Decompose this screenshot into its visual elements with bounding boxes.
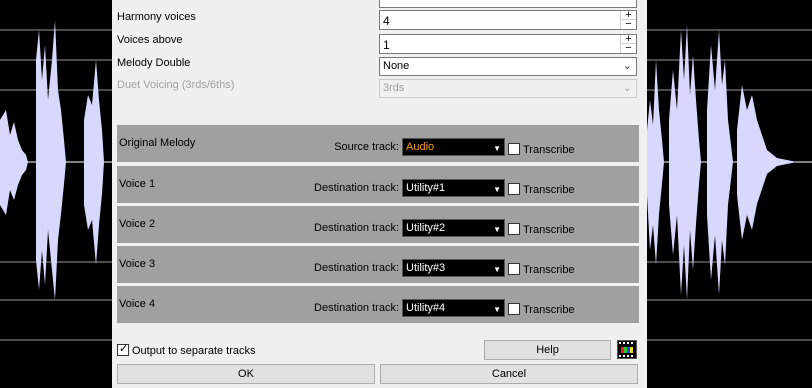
- help-button[interactable]: Help: [484, 340, 611, 360]
- transcribe-label: Transcribe: [523, 304, 575, 316]
- transcribe-checkbox[interactable]: [508, 183, 520, 195]
- film-strip-icon[interactable]: [617, 340, 637, 359]
- harmony-voices-spinner[interactable]: 4 + −: [379, 10, 637, 30]
- chevron-down-icon: ⌄: [622, 82, 632, 94]
- transcribe-label: Transcribe: [523, 144, 575, 156]
- harmony-voices-decrement-button[interactable]: −: [621, 19, 636, 30]
- output-separate-tracks-checkbox[interactable]: ✓: [117, 343, 129, 356]
- film-strip-bottom-perforations: [619, 355, 635, 357]
- destination-track-select[interactable]: Utility#4 ▼: [402, 299, 505, 317]
- duet-voicing-value: 3rds: [383, 82, 405, 94]
- transcribe-label: Transcribe: [523, 264, 575, 276]
- track-row-voice-3: Voice 3 Destination track: Utility#3 ▼ T…: [117, 246, 639, 283]
- track-row-voice-1: Voice 1 Destination track: Utility#1 ▼ T…: [117, 166, 639, 203]
- harmony-voices-label: Harmony voices: [117, 11, 196, 23]
- destination-track-value: Utility#3: [406, 262, 446, 274]
- harmony-voices-spin-buttons: + −: [620, 10, 636, 30]
- dropdown-arrow-icon: ▼: [493, 225, 501, 234]
- destination-track-value: Utility#2: [406, 222, 446, 234]
- track-row-voice-2: Voice 2 Destination track: Utility#2 ▼ T…: [117, 206, 639, 243]
- waveform-right: [647, 0, 812, 388]
- track-row-name: Voice 4: [119, 298, 156, 310]
- voices-above-label: Voices above: [117, 34, 183, 46]
- voices-above-spinner[interactable]: 1 + −: [379, 34, 637, 54]
- duet-voicing-select: 3rds ⌄: [379, 79, 637, 98]
- melody-double-value: None: [383, 60, 410, 72]
- waveform-right-graphic: [647, 25, 812, 341]
- track-row-name: Voice 1: [119, 178, 156, 190]
- output-separate-tracks-label: Output to separate tracks: [132, 345, 256, 357]
- duet-voicing-label: Duet Voicing (3rds/6ths): [117, 79, 235, 91]
- destination-track-label: Destination track:: [314, 182, 399, 194]
- destination-track-label: Destination track:: [314, 222, 399, 234]
- destination-track-label: Destination track:: [314, 262, 399, 274]
- voices-above-decrement-button[interactable]: −: [621, 43, 636, 54]
- transcribe-label: Transcribe: [523, 184, 575, 196]
- dropdown-arrow-icon: ▼: [493, 305, 501, 314]
- source-track-label: Source track:: [334, 141, 399, 153]
- track-row-voice-4: Voice 4 Destination track: Utility#4 ▼ T…: [117, 286, 639, 323]
- track-row-original-melody: Original Melody Source track: Audio ▼ Tr…: [117, 125, 639, 162]
- waveform-left-graphic: [0, 20, 112, 341]
- source-track-value: Audio: [406, 141, 435, 153]
- chevron-down-icon: ⌄: [622, 60, 632, 72]
- voices-above-value[interactable]: 1: [383, 38, 390, 52]
- melody-double-label: Melody Double: [117, 57, 191, 69]
- waveform-left: [0, 0, 112, 388]
- transcribe-checkbox[interactable]: [508, 303, 520, 315]
- checkmark-icon: ✓: [119, 343, 129, 355]
- source-track-select[interactable]: Audio ▼: [402, 138, 505, 156]
- track-row-name: Original Melody: [119, 137, 196, 149]
- transcribe-checkbox[interactable]: [508, 223, 520, 235]
- dropdown-arrow-icon: ▼: [493, 265, 501, 274]
- transcribe-label: Transcribe: [523, 224, 575, 236]
- destination-track-value: Utility#4: [406, 302, 446, 314]
- destination-track-label: Destination track:: [314, 302, 399, 314]
- track-row-name: Voice 2: [119, 218, 156, 230]
- destination-track-select[interactable]: Utility#3 ▼: [402, 259, 505, 277]
- melody-double-select[interactable]: None ⌄: [379, 57, 637, 76]
- harmony-dialog: Harmony voices 4 + − Voices above 1 + − …: [112, 0, 647, 388]
- track-row-name: Voice 3: [119, 258, 156, 270]
- dropdown-arrow-icon: ▼: [493, 144, 501, 153]
- transcribe-checkbox[interactable]: [508, 143, 520, 155]
- cancel-button[interactable]: Cancel: [380, 364, 638, 384]
- film-strip-frame: [621, 347, 633, 353]
- destination-track-value: Utility#1: [406, 182, 446, 194]
- harmony-voices-value[interactable]: 4: [383, 14, 390, 28]
- transcribe-checkbox[interactable]: [508, 263, 520, 275]
- dropdown-arrow-icon: ▼: [493, 185, 501, 194]
- voices-above-spin-buttons: + −: [620, 34, 636, 54]
- film-strip-top-perforations: [619, 342, 635, 344]
- destination-track-select[interactable]: Utility#2 ▼: [402, 219, 505, 237]
- ok-button[interactable]: OK: [117, 364, 375, 384]
- destination-track-select[interactable]: Utility#1 ▼: [402, 179, 505, 197]
- top-input-remnant[interactable]: [379, 0, 637, 8]
